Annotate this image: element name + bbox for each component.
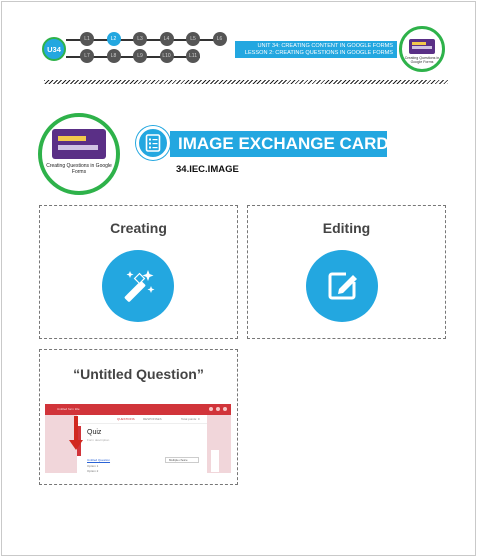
card-editing[interactable]: Editing	[247, 205, 446, 339]
lesson-dot-l8[interactable]: L8	[106, 49, 121, 63]
page-title: IMAGE EXCHANGE CARDS	[170, 131, 400, 157]
lesson-dot-l2[interactable]: L2	[106, 32, 121, 46]
lesson-dot-l7[interactable]: L7	[80, 49, 94, 63]
lesson-dot-l11[interactable]: L11	[186, 49, 200, 63]
card-label: Editing	[322, 220, 371, 236]
option-1: Option 1	[87, 464, 99, 468]
forms-card-icon	[52, 129, 106, 159]
magic-wand-icon	[102, 250, 174, 322]
card-set-code: 34.IEC.IMAGE	[176, 164, 239, 175]
forms-app-bar: Untitled form title	[45, 404, 231, 415]
form-description: Form description	[87, 438, 110, 442]
preview-icon	[216, 407, 220, 411]
lesson-title: LESSON 2: CREATING QUESTIONS IN GOOGLE F…	[244, 49, 393, 56]
forms-app-title: Untitled form title	[57, 407, 80, 411]
card-creating[interactable]: Creating	[39, 205, 238, 339]
edit-square-icon	[306, 250, 378, 322]
question-type: Multiple choice	[165, 457, 199, 463]
lesson-badge: Creating Questions in Google Forms	[38, 113, 120, 195]
lesson-dot-l10[interactable]: L10	[159, 49, 174, 63]
card-label: “Untitled Question”	[73, 366, 204, 382]
option-2: Option 2	[87, 469, 99, 473]
lesson-badge-caption: Creating Questions in Google Forms	[46, 163, 112, 175]
tab-responses: RESPONSES	[143, 417, 162, 421]
settings-icon	[223, 407, 227, 411]
forms-screenshot: Untitled form title QUESTIONS RESPONSES …	[45, 404, 231, 473]
red-arrow-head	[69, 440, 83, 450]
lesson-dot-l6[interactable]: L6	[212, 32, 227, 46]
header-badge-caption: Creating Questions in Google Forms	[404, 56, 440, 64]
card-label: Creating	[110, 220, 167, 236]
lesson-dot-l1[interactable]: L1	[80, 32, 94, 46]
palette-icon	[209, 407, 213, 411]
list-document-icon	[136, 126, 170, 160]
hatched-divider	[44, 80, 448, 84]
lesson-dot-l3[interactable]: L3	[133, 32, 147, 46]
unit-badge: U34	[42, 37, 66, 61]
unit-title-box: UNIT 34: CREATING CONTENT IN GOOGLE FORM…	[235, 41, 397, 58]
form-title: Quiz	[87, 429, 102, 436]
question-title: Untitled Question	[87, 458, 111, 462]
lesson-dot-l4[interactable]: L4	[159, 32, 174, 46]
side-toolbar	[211, 450, 219, 472]
lesson-dot-l9[interactable]: L9	[133, 49, 147, 63]
total-points: Total points: 0	[181, 417, 200, 421]
forms-card-icon	[409, 39, 435, 54]
forms-body: QUESTIONS RESPONSES Total points: 0 Quiz…	[77, 415, 207, 473]
unit-title: UNIT 34: CREATING CONTENT IN GOOGLE FORM…	[257, 42, 393, 49]
header-lesson-badge: Creating Questions in Google Forms	[399, 26, 445, 72]
lesson-dot-l5[interactable]: L5	[186, 32, 200, 46]
red-arrow	[74, 416, 78, 441]
tab-questions: QUESTIONS	[117, 417, 135, 421]
